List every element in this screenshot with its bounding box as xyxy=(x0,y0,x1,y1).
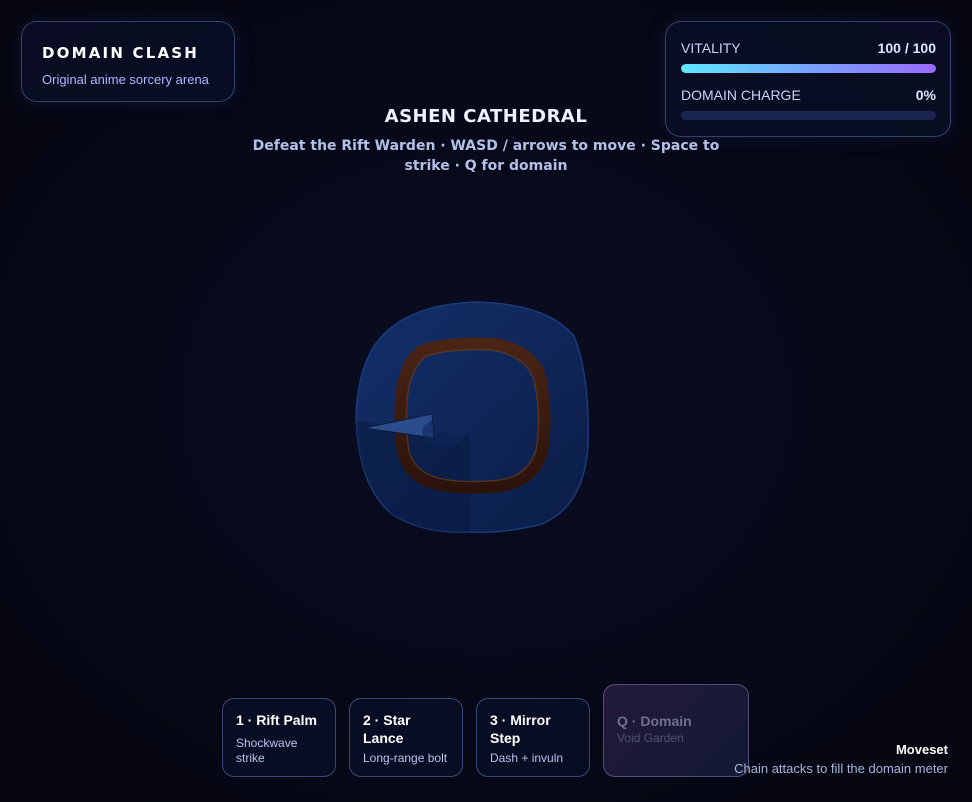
arena-name: ASHEN CATHEDRAL xyxy=(384,106,588,127)
skill-domain[interactable]: Q · Domain Void Garden xyxy=(603,684,749,777)
moveset-hint: Moveset Chain attacks to fill the domain… xyxy=(734,742,948,776)
skill-name: 1 · Rift Palm xyxy=(236,712,317,728)
vitality-value: 100 / 100 xyxy=(877,40,936,56)
moveset-title: Moveset xyxy=(895,742,948,757)
domain-charge-value: 0% xyxy=(915,87,936,103)
skill-name: 3 · Mirror Step xyxy=(490,712,551,746)
skill-name: 2 · Star Lance xyxy=(363,712,411,746)
arena-3d-view[interactable] xyxy=(352,296,592,536)
skill-rift-palm[interactable]: 1 · Rift Palm Shockwave strike xyxy=(222,698,336,777)
game-tagline: Original anime sorcery arena xyxy=(42,72,209,87)
vitality-label: VITALITY xyxy=(681,40,741,56)
domain-charge-label: DOMAIN CHARGE xyxy=(681,87,801,103)
game-title: DOMAIN CLASH xyxy=(42,44,200,62)
skill-desc: Dash + invuln xyxy=(490,751,564,765)
game-stage[interactable]: DOMAIN CLASH Original anime sorcery aren… xyxy=(0,0,972,802)
title-card: DOMAIN CLASH Original anime sorcery aren… xyxy=(21,21,235,102)
controls-instructions: Defeat the Rift Warden · WASD / arrows t… xyxy=(252,138,720,174)
skill-star-lance[interactable]: 2 · Star Lance Long-range bolt xyxy=(349,698,463,777)
moveset-hint-text: Chain attacks to fill the domain meter xyxy=(734,761,948,776)
vitality-bar-fill xyxy=(681,64,936,73)
skill-desc: Void Garden xyxy=(617,731,684,745)
skill-mirror-step[interactable]: 3 · Mirror Step Dash + invuln xyxy=(476,698,590,777)
player-marker xyxy=(422,418,466,446)
vitality-bar xyxy=(681,64,936,73)
skill-desc: Shockwave strike xyxy=(236,736,298,765)
skill-desc: Long-range bolt xyxy=(363,751,448,765)
skill-name: Q · Domain xyxy=(617,713,692,729)
